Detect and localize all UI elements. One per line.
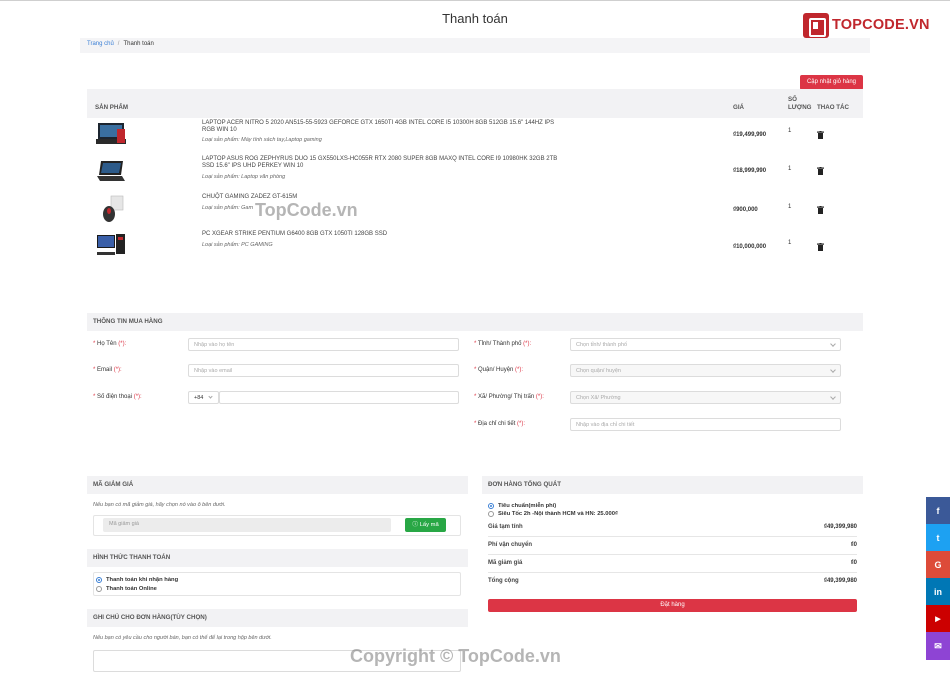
place-order-button[interactable]: Đặt hàng — [488, 599, 857, 612]
payment-online-radio[interactable] — [96, 586, 102, 592]
product-name[interactable]: LAPTOP ASUS ROG ZEPHYRUS DUO 15 GX550LXS… — [202, 156, 562, 170]
breadcrumb-current: Thanh toán — [123, 41, 154, 47]
payment-options-box — [93, 572, 461, 596]
payment-cod-label[interactable]: Thanh toán khi nhận hàng — [106, 577, 178, 583]
info-icon: ⓘ — [412, 522, 420, 528]
breadcrumb: Trang chủ / Thanh toán — [80, 38, 870, 53]
logo[interactable]: TOPCODE.VN — [803, 12, 930, 38]
product-qty[interactable]: 1 — [788, 240, 791, 246]
chevron-down-icon — [208, 394, 213, 399]
address-input[interactable]: Nhập vào địa chỉ chi tiết — [570, 418, 841, 431]
update-cart-button[interactable]: Cập nhật giỏ hàng — [800, 75, 863, 90]
product-image[interactable] — [95, 195, 127, 223]
payment-online-label[interactable]: Thanh toán Online — [106, 586, 157, 592]
payment-cod-radio[interactable] — [96, 577, 102, 583]
buyer-info-header: THÔNG TIN MUA HÀNG — [87, 313, 863, 331]
product-price: ₫18,999,990 — [733, 168, 767, 174]
product-price: ₫19,499,990 — [733, 132, 767, 138]
twitter-icon[interactable]: t — [926, 524, 950, 551]
cart-row: CHUỘT GAMING ZADEZ GT-615M Loại sản phẩm… — [87, 193, 863, 230]
payment-header: HÌNH THỨC THANH TOÁN — [87, 549, 468, 567]
logo-text: TOPCODE.VN — [832, 17, 930, 33]
coupon-note: Nếu bạn có mã giảm giá, hãy chọn nó vào … — [93, 502, 226, 508]
checkout-page: Thanh toán TOPCODE.VN Trang chủ / Thanh to… — [0, 0, 950, 691]
google-icon[interactable]: G — [926, 551, 950, 578]
order-note-hint: Nếu bạn có yêu cầu cho người bán, bạn có… — [93, 635, 272, 641]
messenger-icon[interactable]: ✉ — [926, 632, 950, 660]
trash-icon[interactable] — [817, 206, 824, 214]
phone-input[interactable] — [219, 391, 459, 404]
shipping-express-label[interactable]: Siêu Tốc 2h -Nội thành HCM và HN: 25.000… — [498, 511, 618, 517]
summary-row-subtotal: Giá tạm tính ₫49,399,980 — [488, 519, 857, 537]
product-qty[interactable]: 1 — [788, 204, 791, 210]
product-name[interactable]: LAPTOP ACER NITRO 5 2020 AN515-55-5923 G… — [202, 120, 562, 134]
shipping-standard-label[interactable]: Tiêu chuẩn(miễn phí) — [498, 503, 556, 509]
summary-row-total: Tổng cộng ₫49,399,980 — [488, 578, 857, 584]
product-name[interactable]: PC XGEAR STRIKE PENTIUM G6400 8GB GTX 10… — [202, 231, 562, 238]
district-label: * Quận/ Huyện (*): — [474, 367, 524, 373]
product-category: Loại sản phẩm: Laptop văn phòng — [202, 174, 286, 180]
col-price: GIÁ — [733, 104, 745, 111]
shipping-standard-radio[interactable] — [488, 503, 494, 509]
name-label: * Họ Tên (*): — [93, 341, 127, 347]
cart-row: LAPTOP ACER NITRO 5 2020 AN515-55-5923 G… — [87, 119, 863, 156]
cart-row: LAPTOP ASUS ROG ZEPHYRUS DUO 15 GX550LXS… — [87, 155, 863, 192]
phone-prefix-select[interactable]: +84 — [188, 391, 219, 404]
product-qty[interactable]: 1 — [788, 128, 791, 134]
product-image[interactable] — [95, 157, 127, 185]
watermark-center: TopCode.vn — [255, 200, 358, 220]
watermark-bottom: Copyright © TopCode.vn — [350, 646, 561, 666]
chevron-down-icon — [830, 341, 836, 347]
coupon-input[interactable]: Mã giảm giá — [103, 518, 391, 532]
logo-icon — [803, 12, 829, 38]
summary-row-shipping: Phí vận chuyển ₫0 — [488, 537, 857, 555]
cart-table-header: SẢN PHẨM GIÁ SỐ LƯỢNG THAO TÁC — [87, 89, 863, 118]
product-category: Loại sản phẩm: Máy tính xách tay,Laptop … — [202, 137, 322, 143]
coupon-header: MÃ GIẢM GIÁ — [87, 476, 468, 494]
address-label: * Địa chỉ chi tiết (*): — [474, 421, 526, 427]
trash-icon[interactable] — [817, 131, 824, 139]
name-input[interactable]: Nhập vào họ tên — [188, 338, 459, 351]
breadcrumb-home-link[interactable]: Trang chủ — [87, 41, 114, 47]
product-qty[interactable]: 1 — [788, 166, 791, 172]
phone-label: * Số điện thoại (*): — [93, 394, 142, 400]
product-image[interactable] — [95, 121, 127, 149]
chevron-down-icon — [830, 394, 836, 400]
district-select[interactable]: Chọn quận/ huyện — [570, 364, 841, 377]
get-coupon-button[interactable]: ⓘ Lấy mã — [405, 518, 446, 532]
cart-row: PC XGEAR STRIKE PENTIUM G6400 8GB GTX 10… — [87, 230, 863, 267]
linkedin-icon[interactable]: in — [926, 578, 950, 605]
trash-icon[interactable] — [817, 167, 824, 175]
shipping-express-radio[interactable] — [488, 511, 494, 517]
province-select[interactable]: Chọn tỉnh/ thành phố — [570, 338, 841, 351]
breadcrumb-separator: / — [117, 41, 120, 47]
order-note-header: GHI CHÚ CHO ĐƠN HÀNG(TÙY CHỌN) — [87, 609, 468, 627]
chevron-down-icon — [830, 367, 836, 373]
product-price: ₫900,000 — [733, 207, 758, 213]
product-price: ₫10,000,000 — [733, 244, 767, 250]
ward-select[interactable]: Chọn Xã/ Phường — [570, 391, 841, 404]
top-divider — [0, 0, 950, 1]
summary-row-discount: Mã giảm giá ₫0 — [488, 555, 857, 573]
product-category: Loại sản phẩm: Gam — [202, 205, 254, 211]
province-label: * Tỉnh/ Thành phố (*): — [474, 341, 532, 347]
youtube-icon[interactable]: ▶ — [926, 605, 950, 632]
product-image[interactable] — [95, 232, 127, 260]
email-label: * Email (*): — [93, 367, 122, 373]
col-action: THAO TÁC — [817, 104, 849, 111]
facebook-icon[interactable]: f — [926, 497, 950, 524]
ward-label: * Xã/ Phường/ Thị trấn (*): — [474, 394, 544, 400]
col-qty: SỐ LƯỢNG — [788, 96, 812, 111]
email-input[interactable]: Nhập vào email — [188, 364, 459, 377]
product-category: Loại sản phẩm: PC GAMING — [202, 242, 273, 248]
summary-header: ĐƠN HÀNG TỔNG QUÁT — [482, 476, 863, 494]
trash-icon[interactable] — [817, 243, 824, 251]
col-product: SẢN PHẨM — [95, 104, 129, 111]
